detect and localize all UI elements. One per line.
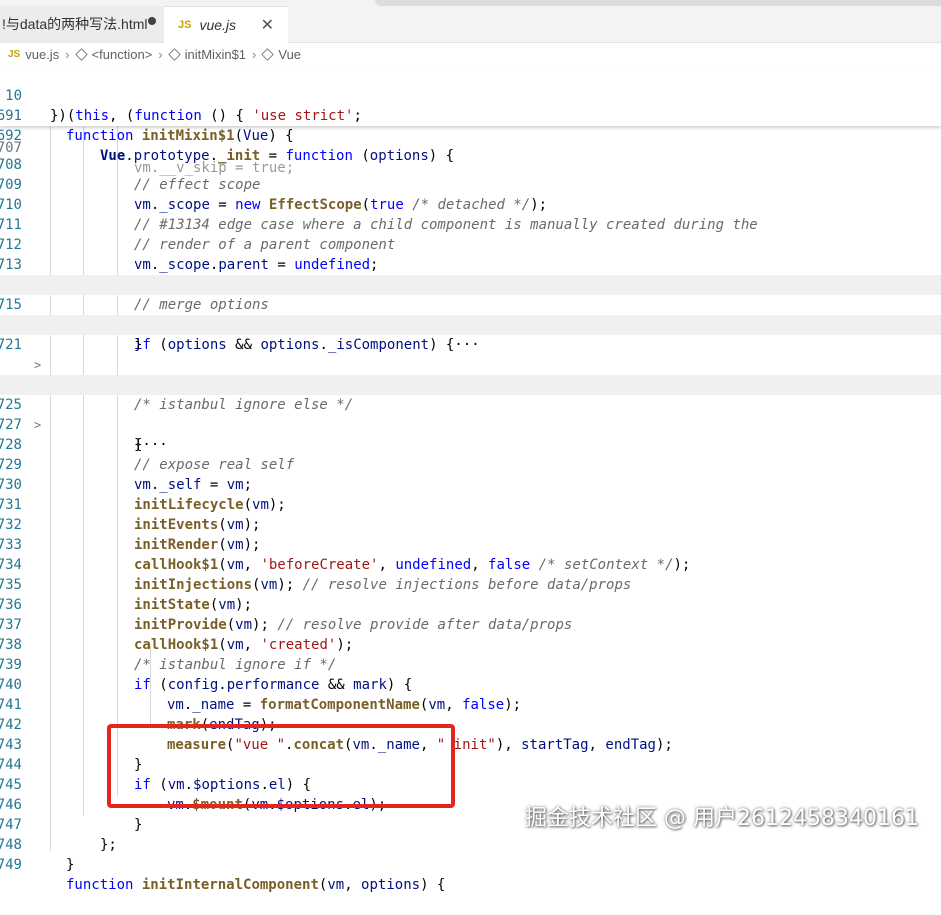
code-line[interactable]: 711 // render of a parent component xyxy=(0,195,941,253)
code-line[interactable]: 712 vm._scope.parent = undefined; xyxy=(0,215,941,273)
code-line[interactable]: 749 function initInternalComponent(vm, o… xyxy=(0,835,941,893)
code-text: function initMixin$1(Vue) { xyxy=(66,128,294,144)
tab-vue-js[interactable]: JS vue.js ✕ xyxy=(164,6,288,43)
js-file-icon: JS xyxy=(178,19,192,31)
code-line-folded[interactable]: 721 > else {··· xyxy=(0,315,941,393)
code-line[interactable]: 692 Vue.prototype._init = function (opti… xyxy=(0,106,941,164)
code-line[interactable]: 730 initLifecycle(vm); xyxy=(0,455,941,513)
code-line[interactable]: 741 mark(endTag); xyxy=(0,675,941,733)
code-line[interactable]: 728 // expose real self xyxy=(0,415,941,473)
breadcrumb-item-vue[interactable]: Vue xyxy=(278,47,301,62)
breadcrumb: JS vue.js › <function> › initMixin$1 › V… xyxy=(0,42,941,66)
tab-label: !与data的两种写法.html xyxy=(2,16,148,32)
code-line[interactable]: 727 } xyxy=(0,395,941,453)
code-line[interactable]: } xyxy=(0,335,941,393)
code-line[interactable]: 736 initProvide(vm); // resolve provide … xyxy=(0,575,941,633)
code-line[interactable]: 723 /* istanbul ignore else */ xyxy=(0,355,941,413)
code-line[interactable]: 691 function initMixin$1(Vue) { xyxy=(0,86,941,144)
code-line[interactable]: 710 // #13134 edge case where a child co… xyxy=(0,175,941,233)
close-icon[interactable]: ✕ xyxy=(261,15,274,35)
chevron-right-icon: › xyxy=(65,46,70,62)
cube-icon xyxy=(261,47,275,61)
code-line[interactable]: } xyxy=(0,295,941,353)
editor-tab-bar: !与data的两种写法.html JS vue.js ✕ xyxy=(0,0,941,43)
code-line[interactable]: 713 vm._scope._vm = true; xyxy=(0,235,941,293)
breadcrumb-item-initmixin[interactable]: initMixin$1 xyxy=(185,47,246,62)
code-line[interactable]: 738 /* istanbul ignore if */ xyxy=(0,615,941,673)
chevron-right-icon: › xyxy=(158,46,163,62)
highlight-annotation-box xyxy=(107,724,455,808)
code-text: Vue.prototype._init = function (options)… xyxy=(100,148,455,164)
code-line[interactable]: 733 callHook$1(vm, 'beforeCreate', undef… xyxy=(0,515,941,573)
code-line[interactable]: 10 })(this, (function () { 'use strict'; xyxy=(0,66,941,124)
tab-html-file[interactable]: !与data的两种写法.html xyxy=(0,6,166,42)
breadcrumb-item-file[interactable]: vue.js xyxy=(25,47,59,62)
code-line-folded[interactable]: 725 > {··· xyxy=(0,375,941,453)
chevron-right-icon: › xyxy=(252,46,257,62)
code-line[interactable]: 740 vm._name = formatComponentName(vm, f… xyxy=(0,655,941,713)
tab-label: vue.js xyxy=(199,17,237,33)
cube-icon xyxy=(74,47,88,61)
title-strip xyxy=(375,0,941,6)
code-line[interactable]: 734 initInjections(vm); // resolve injec… xyxy=(0,535,941,593)
code-line-folded[interactable]: 715 > if (options && options._isComponen… xyxy=(0,275,941,353)
watermark: 掘金技术社区 @ 用户2612458340161 xyxy=(525,806,919,831)
code-text: } xyxy=(66,857,75,873)
js-file-icon: JS xyxy=(8,48,21,60)
sticky-scroll-header: 10 })(this, (function () { 'use strict';… xyxy=(0,66,941,164)
code-line[interactable]: 735 initState(vm); xyxy=(0,555,941,613)
breadcrumb-item-function[interactable]: <function> xyxy=(92,47,153,62)
code-text: function initInternalComponent(vm, optio… xyxy=(66,877,446,893)
code-line[interactable]: 739 if (config.performance && mark) { xyxy=(0,635,941,693)
unsaved-dot-icon[interactable] xyxy=(148,17,156,25)
code-line[interactable]: 714 // merge options xyxy=(0,255,941,313)
code-line[interactable]: 729 vm._self = vm; xyxy=(0,435,941,493)
line-number: 749 xyxy=(0,857,22,873)
code-line[interactable]: 732 initRender(vm); xyxy=(0,495,941,553)
cube-icon xyxy=(167,47,181,61)
line-number: 692 xyxy=(0,128,22,144)
code-line[interactable]: 742 measure("vue ".concat(vm._name, " in… xyxy=(0,695,941,753)
code-line[interactable]: 737 callHook$1(vm, 'created'); xyxy=(0,595,941,653)
code-line[interactable]: 731 initEvents(vm); xyxy=(0,475,941,533)
